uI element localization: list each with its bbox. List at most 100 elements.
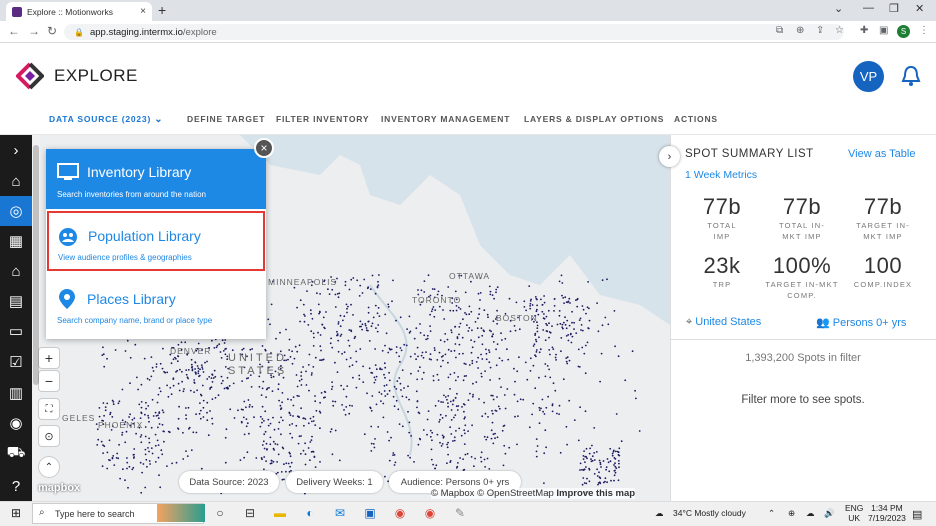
volume-icon[interactable]: 🔊: [824, 508, 835, 519]
tray-app-icon[interactable]: ⊕: [788, 508, 795, 519]
rail-scroll-thumb[interactable]: [33, 145, 39, 385]
tray-overflow-icon[interactable]: ⌃: [768, 508, 775, 519]
metric-value: 77b: [782, 194, 822, 219]
nav-define-target[interactable]: DEFINE TARGET: [187, 114, 265, 124]
places-library-item[interactable]: Places Library Search company name, bran…: [46, 276, 266, 336]
weather-text[interactable]: 34°C Mostly cloudy: [673, 508, 746, 518]
search-highlight-image[interactable]: [157, 504, 205, 522]
file-explorer-icon[interactable]: ▬: [270, 504, 290, 522]
tab-list-icon[interactable]: ⌄: [834, 2, 843, 15]
data-source-pill[interactable]: Data Source: 2023: [179, 471, 279, 493]
windows-start-icon[interactable]: ⊞: [6, 504, 26, 522]
library-close-button[interactable]: ×: [254, 138, 274, 158]
extensions-icon[interactable]: ✚: [860, 25, 868, 36]
clock-date: 7/19/2023: [868, 513, 906, 523]
metric-value: 77b: [702, 194, 742, 219]
explore-compass-icon[interactable]: ◎: [0, 196, 32, 226]
places-icon[interactable]: ⌂: [0, 256, 32, 286]
collapse-panel-button[interactable]: ›: [659, 146, 680, 167]
chrome-profile-icon[interactable]: ◉: [420, 504, 440, 522]
share-icon[interactable]: ⇪: [816, 25, 824, 36]
clock[interactable]: 1:34 PM 7/19/2023: [868, 503, 906, 523]
people-icon: 👥: [816, 317, 830, 329]
help-icon[interactable]: ?: [0, 471, 32, 501]
browser-profile-avatar[interactable]: S: [897, 25, 910, 38]
locate-icon[interactable]: ⊙: [39, 426, 59, 446]
taskbar-search-placeholder: Type here to search: [55, 508, 135, 519]
url-field[interactable]: 🔒 app.staging.intermx.io /explore: [64, 24, 844, 40]
new-tab-button[interactable]: +: [158, 2, 166, 18]
view-as-table-link[interactable]: View as Table: [848, 148, 915, 160]
sidepanel-icon[interactable]: ▣: [879, 25, 888, 36]
week-metrics-link[interactable]: 1 Week Metrics: [685, 169, 757, 181]
widgets-icon[interactable]: ⊟: [240, 504, 260, 522]
scroll-up-icon[interactable]: ⌃: [39, 457, 59, 477]
weather-icon[interactable]: ☁: [655, 508, 664, 519]
metric-target-comp: 100% TARGET IN-MKT COMP.: [762, 253, 842, 301]
zoom-icon[interactable]: ⊕: [796, 25, 804, 36]
forward-icon[interactable]: →: [28, 24, 40, 38]
window-close-icon[interactable]: ✕: [915, 2, 924, 15]
edge-icon[interactable]: ◐: [300, 504, 320, 522]
tab-close-icon[interactable]: ×: [140, 6, 146, 17]
metric-label: TOTAL IN-MKT IMP: [778, 221, 826, 241]
mail-icon[interactable]: ✉: [330, 504, 350, 522]
nav-inventory-management[interactable]: INVENTORY MANAGEMENT: [381, 114, 510, 124]
metric-label: TARGET IN-MKT COMP.: [765, 280, 839, 300]
browser-menu-icon[interactable]: ⋮: [919, 25, 929, 36]
motionworks-logo-icon[interactable]: [16, 62, 44, 90]
map-attribution: © Mapbox © OpenStreetMap Improve this ma…: [431, 488, 636, 499]
zoom-out-button[interactable]: −: [39, 371, 59, 391]
reload-icon[interactable]: ↻: [47, 24, 57, 38]
chart-icon[interactable]: ▥: [0, 378, 32, 408]
map-label-toronto: TORONTO: [412, 295, 462, 305]
fullscreen-icon[interactable]: ⛶: [39, 399, 59, 419]
billboard-icon[interactable]: ▭: [0, 316, 32, 346]
zoom-in-button[interactable]: +: [39, 348, 59, 368]
metric-label: TRP: [712, 280, 732, 289]
app-icon[interactable]: ✎: [450, 504, 470, 522]
browser-tab[interactable]: Explore :: Motionworks ×: [6, 2, 152, 21]
language-indicator[interactable]: ENG UK: [845, 503, 863, 523]
vehicles-icon[interactable]: ⛟: [0, 438, 32, 468]
improve-map-link[interactable]: Improve this map: [556, 488, 635, 499]
monitor-icon: [57, 163, 79, 180]
delivery-weeks-pill[interactable]: Delivery Weeks: 1: [286, 471, 383, 493]
nav-data-source[interactable]: DATA SOURCE (2023) ⌄: [49, 114, 163, 125]
metric-target-inmkt-imp: 77b TARGET IN-MKT IMP: [843, 194, 923, 242]
audience-label: Persons 0+ yrs: [832, 317, 907, 329]
user-avatar[interactable]: VP: [853, 61, 884, 92]
nav-filter-inventory[interactable]: FILTER INVENTORY: [276, 114, 369, 124]
notification-bell-icon[interactable]: [901, 65, 921, 87]
map-label-boston: BOSTON: [496, 313, 538, 323]
target-icon[interactable]: ◉: [0, 408, 32, 438]
checklist-icon[interactable]: ☑: [0, 347, 32, 377]
nav-layers-display[interactable]: LAYERS & DISPLAY OPTIONS: [524, 114, 664, 124]
metric-value: 77b: [863, 194, 903, 219]
document-icon[interactable]: ▤: [0, 286, 32, 316]
bookmark-star-icon[interactable]: ☆: [835, 25, 844, 36]
map-label-phoenix: PHOENIX: [98, 420, 144, 430]
network-icon[interactable]: ☁: [806, 508, 815, 519]
back-icon[interactable]: ←: [8, 24, 20, 38]
minimize-icon[interactable]: —: [863, 2, 874, 14]
task-view-icon[interactable]: ○: [210, 504, 230, 522]
inventory-library-title: Inventory Library: [87, 164, 192, 180]
maximize-icon[interactable]: ❐: [889, 2, 899, 15]
tab-title: Explore :: Motionworks: [27, 6, 113, 17]
store-icon[interactable]: ▣: [360, 504, 380, 522]
location-filter[interactable]: ⌖ United States: [686, 316, 761, 329]
population-library-item[interactable]: Population Library View audience profile…: [47, 211, 265, 271]
nav-actions[interactable]: ACTIONS: [674, 114, 718, 124]
metric-total-inmkt-imp: 77b TOTAL IN-MKT IMP: [762, 194, 842, 242]
notifications-icon[interactable]: ▤: [912, 508, 922, 521]
chrome-icon[interactable]: ◉: [390, 504, 410, 522]
map-label-denver: DENVER: [170, 346, 212, 356]
audience-filter[interactable]: 👥 Persons 0+ yrs: [816, 316, 906, 329]
inventory-library-item[interactable]: Inventory Library Search inventories fro…: [46, 149, 266, 209]
screenshot-icon[interactable]: ⧉: [776, 25, 783, 36]
home-icon[interactable]: ⌂: [0, 166, 32, 196]
apps-grid-icon[interactable]: ▦: [0, 226, 32, 256]
expand-rail-icon[interactable]: ›: [0, 135, 32, 165]
favicon-icon: [12, 6, 22, 17]
